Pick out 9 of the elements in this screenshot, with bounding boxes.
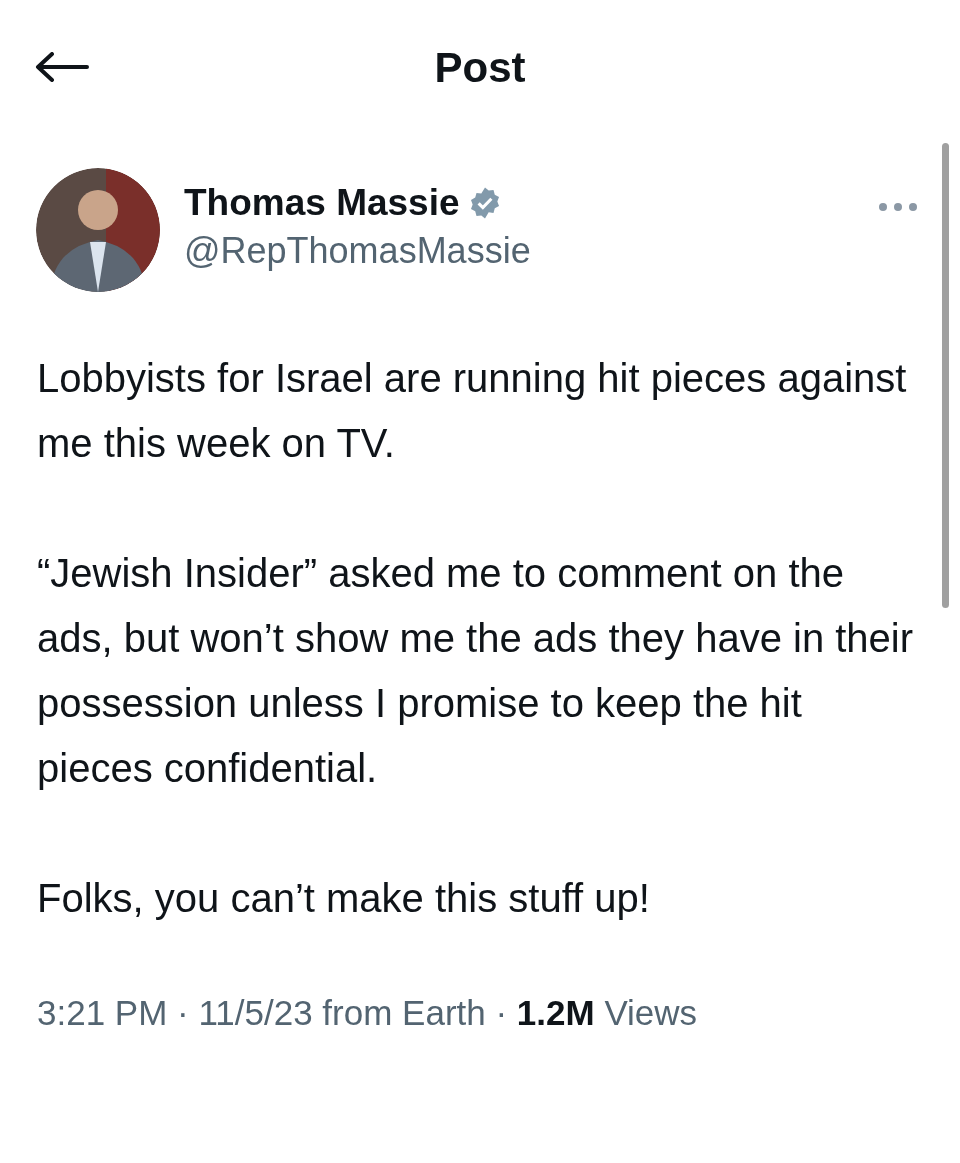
post-timestamp-views: 3:21 PM · 11/5/23 from Earth · 1.2M Views — [36, 992, 699, 1034]
more-options-icon[interactable] — [878, 202, 918, 212]
back-arrow-icon[interactable] — [35, 52, 89, 82]
page-title: Post — [434, 43, 526, 92]
post-text: Lobbyists for Israel are running hit pieces against me this week on TV. — [37, 355, 908, 467]
author-name[interactable]: Thomas Massie — [184, 182, 460, 224]
post-text: Folks, you can’t make this stuff up! — [37, 875, 651, 922]
author-handle[interactable]: @RepThomasMassie — [184, 230, 878, 272]
post-text: “Jewish Insider” asked me to comment on the ads, but won’t show me the ads they have in their possession unless I promise to keep the hit pieces confidential. — [37, 550, 915, 792]
